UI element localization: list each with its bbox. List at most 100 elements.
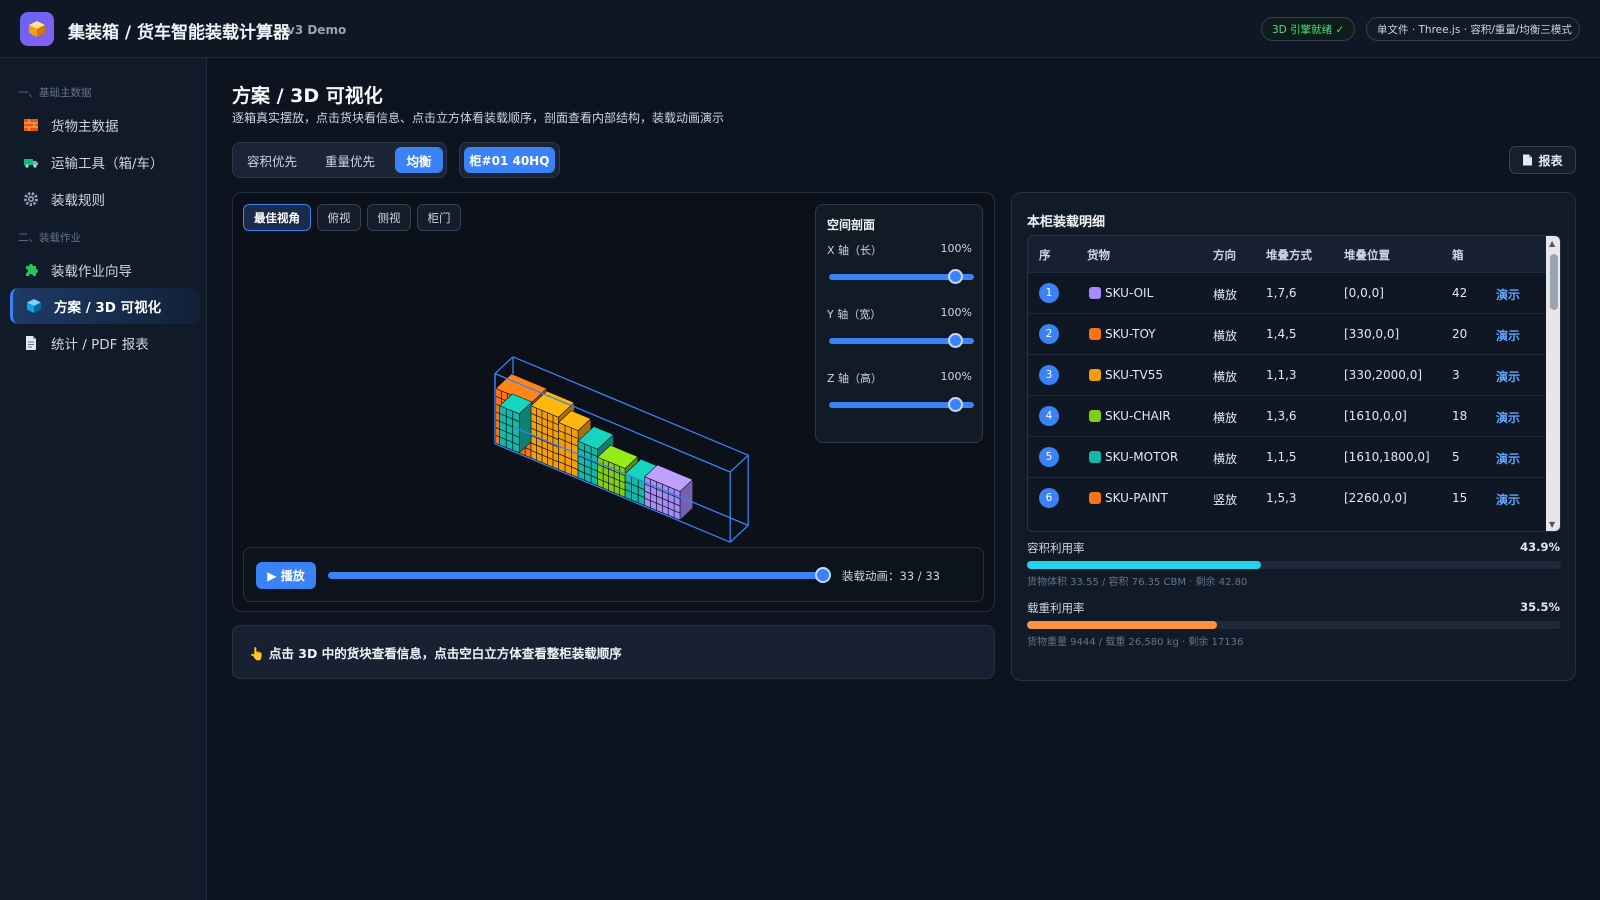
sidebar-item-label: 运输工具（箱/车） (51, 156, 164, 172)
sidebar: 一、基础主数据 货物主数据 运输工具（箱/车） 装载规则 二、装载作业 装载作业… (0, 58, 207, 900)
x-axis-label: X 轴（长） (827, 244, 883, 257)
y-axis-slider-handle[interactable] (948, 333, 963, 348)
bricks-icon (23, 117, 39, 133)
mode-balanced-button[interactable]: 均衡 (395, 147, 443, 173)
mode-weight-priority-button[interactable]: 重量优先 (315, 147, 385, 173)
sidebar-item-goods-master[interactable]: 货物主数据 (10, 107, 200, 143)
mode-selector: 容积优先 重量优先 均衡 (232, 142, 447, 178)
view-best-angle-button[interactable]: 最佳视角 (243, 204, 311, 231)
page-subtitle: 逐箱真实摆放，点击货块看信息、点击立方体看装载顺序，剖面查看内部结构，装载动画演… (232, 111, 725, 125)
table-row[interactable]: 5 SKU-MOTOR 横放 1,1,5 [1610,1800,0] 5 演示 (1028, 436, 1546, 477)
app-version: v3 Demo (287, 23, 347, 37)
column-header: 堆叠位置 (1344, 248, 1390, 262)
table-scrollbar[interactable]: ▲ ▼ (1546, 236, 1560, 531)
hint-message: 👆 点击 3D 中的货块查看信息，点击空白立方体查看整柜装载顺序 (232, 625, 995, 679)
volume-utilization-detail: 货物体积 33.55 / 容积 76.35 CBM · 剩余 42.80 (1027, 577, 1248, 588)
demo-link[interactable]: 演示 (1496, 450, 1520, 467)
column-header: 货物 (1087, 248, 1110, 262)
sidebar-item-transport[interactable]: 运输工具（箱/车） (10, 144, 200, 180)
y-axis-value: 100% (940, 306, 972, 319)
row-index-badge: 1 (1039, 283, 1059, 303)
scroll-down-arrow[interactable]: ▼ (1549, 520, 1555, 529)
z-axis-label: Z 轴（高） (827, 372, 883, 385)
demo-link[interactable]: 演示 (1496, 327, 1520, 344)
demo-link[interactable]: 演示 (1496, 286, 1520, 303)
demo-link[interactable]: 演示 (1496, 491, 1520, 508)
weight-utilization-fill (1027, 621, 1217, 629)
row-index-badge: 6 (1039, 488, 1059, 508)
box-icon (29, 21, 45, 37)
document-icon (1523, 154, 1533, 166)
stack-mode: 1,1,5 (1266, 450, 1297, 464)
stack-position: [1610,0,0] (1344, 409, 1407, 423)
app-title: 集装箱 / 货车智能装载计算器 (68, 23, 291, 43)
x-axis-value: 100% (940, 242, 972, 255)
demo-link[interactable]: 演示 (1496, 368, 1520, 385)
container-select-button[interactable]: 柜#01 40HQ (464, 147, 555, 173)
column-header: 方向 (1213, 248, 1236, 262)
sidebar-item-label: 方案 / 3D 可视化 (54, 300, 162, 316)
y-axis-label: Y 轴（宽） (827, 308, 882, 321)
mode-volume-priority-button[interactable]: 容积优先 (239, 147, 305, 173)
cross-section-title: 空间剖面 (827, 218, 876, 232)
table-row[interactable]: 2 SKU-TOY 横放 1,4,5 [330,0,0] 20 演示 (1028, 313, 1546, 354)
sku-color-swatch (1089, 492, 1101, 504)
page-title: 方案 / 3D 可视化 (232, 85, 383, 107)
sidebar-item-wizard[interactable]: 装载作业向导 (10, 252, 200, 288)
stack-mode: 1,3,6 (1266, 409, 1297, 423)
view-side-button[interactable]: 侧视 (367, 204, 411, 231)
sku-name: SKU-TOY (1105, 327, 1156, 341)
cross-section-panel: 空间剖面 X 轴（长） 100% Y 轴（宽） 100% Z 轴（高） 100% (815, 204, 983, 443)
row-index-badge: 5 (1039, 447, 1059, 467)
gear-icon (23, 191, 39, 207)
animation-step-label: 装载动画：33 / 33 (842, 569, 940, 583)
report-button[interactable]: 报表 (1509, 146, 1576, 174)
z-axis-slider-handle[interactable] (948, 397, 963, 412)
sku-color-swatch (1089, 328, 1101, 340)
volume-utilization-label: 容积利用率 (1027, 541, 1085, 555)
stack-mode: 1,4,5 (1266, 327, 1297, 341)
row-index-badge: 2 (1039, 324, 1059, 344)
sidebar-section-operations: 二、装载作业 (18, 232, 81, 244)
sidebar-item-3d-visualization[interactable]: 方案 / 3D 可视化 (10, 288, 200, 324)
detail-title: 本柜装载明细 (1027, 215, 1106, 230)
view-top-button[interactable]: 俯视 (317, 204, 361, 231)
table-row[interactable]: 3 SKU-TV55 横放 1,1,3 [330,2000,0] 3 演示 (1028, 354, 1546, 395)
table-row[interactable]: 4 SKU-CHAIR 横放 1,3,6 [1610,0,0] 18 演示 (1028, 395, 1546, 436)
stack-position: [1610,1800,0] (1344, 450, 1430, 464)
app-logo (20, 12, 54, 46)
sku-color-swatch (1089, 369, 1101, 381)
sku-name: SKU-OIL (1105, 286, 1154, 300)
weight-utilization-detail: 货物重量 9444 / 载重 26,580 kg · 剩余 17136 (1027, 637, 1244, 648)
table-row[interactable]: 6 SKU-PAINT 竖放 1,5,3 [2260,0,0] 15 演示 (1028, 477, 1546, 518)
stack-mode: 1,5,3 (1266, 491, 1297, 505)
play-button[interactable]: ▶ 播放 (256, 562, 316, 589)
sku-name: SKU-CHAIR (1105, 409, 1171, 423)
stack-position: [330,2000,0] (1344, 368, 1423, 382)
engine-status-badge: 3D 引擎就绪 ✓ (1261, 17, 1355, 41)
sku-name: SKU-TV55 (1105, 368, 1163, 382)
row-index-badge: 4 (1039, 406, 1059, 426)
puzzle-icon (23, 262, 39, 278)
x-axis-slider-handle[interactable] (948, 269, 963, 284)
sidebar-item-rules[interactable]: 装载规则 (10, 181, 200, 217)
scroll-up-arrow[interactable]: ▲ (1549, 239, 1555, 248)
animation-slider[interactable] (328, 572, 828, 579)
animation-slider-handle[interactable] (815, 567, 831, 583)
view-door-button[interactable]: 柜门 (417, 204, 461, 231)
scrollbar-thumb[interactable] (1550, 254, 1558, 310)
demo-link[interactable]: 演示 (1496, 409, 1520, 426)
volume-utilization-percent: 43.9% (1520, 540, 1560, 554)
sku-color-swatch (1089, 451, 1101, 463)
table-row[interactable]: 1 SKU-OIL 横放 1,7,6 [0,0,0] 42 演示 (1028, 272, 1546, 313)
sku-color-swatch (1089, 410, 1101, 422)
sku-color-swatch (1089, 287, 1101, 299)
table-header: 序 货物 方向 堆叠方式 堆叠位置 箱 (1028, 236, 1546, 272)
sidebar-item-label: 统计 / PDF 报表 (51, 337, 149, 353)
column-header: 箱 (1452, 248, 1464, 262)
sidebar-item-statistics-report[interactable]: 统计 / PDF 报表 (10, 325, 200, 361)
3d-viewer-panel: 最佳视角 俯视 侧视 柜门 空间剖面 X 轴（长） 100% Y 轴（宽） 10… (232, 192, 995, 612)
document-icon (23, 335, 39, 351)
3d-container-canvas[interactable] (243, 237, 803, 567)
stack-position: [0,0,0] (1344, 286, 1384, 300)
